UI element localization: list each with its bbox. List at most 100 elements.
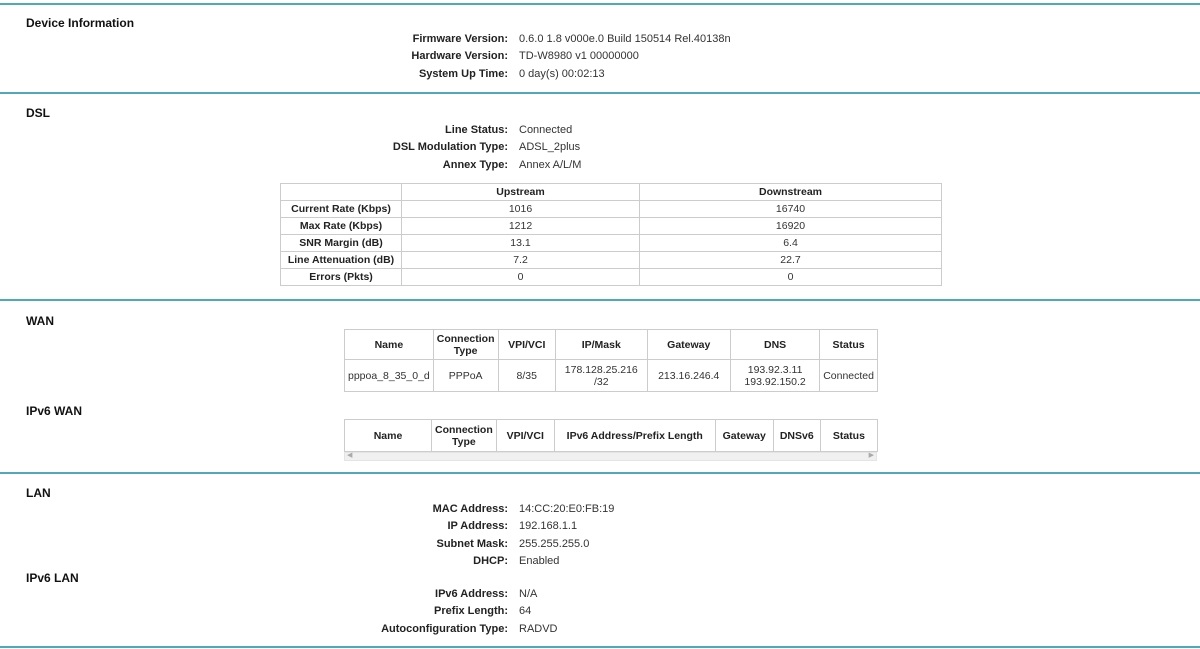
info-row: Annex Type: Annex A/L/M (0, 157, 1200, 174)
table-cell: Connected (819, 359, 878, 392)
column-header: Gateway (714, 419, 774, 452)
table-cell: 1016 (401, 200, 640, 218)
field-label: DSL Modulation Type: (392, 141, 508, 154)
info-row: DSL Modulation Type: ADSL_2plus (0, 139, 1200, 156)
field-value: Annex A/L/M (519, 158, 582, 171)
column-header: Gateway (646, 329, 731, 360)
horizontal-scrollbar[interactable]: ◀ ▶ (344, 452, 877, 461)
field-value: 255.255.255.0 (519, 537, 590, 550)
table-cell: 178.128.25.216 /32 (555, 359, 648, 392)
field-label: System Up Time: (418, 67, 508, 80)
info-row: Hardware Version: TD-W8980 v1 00000000 (0, 48, 1200, 65)
field-value: N/A (519, 588, 538, 600)
table-cell: 0 (639, 268, 942, 286)
info-row: Prefix Length: 64 (0, 603, 1200, 620)
table-row: Errors (Pkts) 0 0 (280, 268, 942, 286)
table-cell: PPPoA (432, 359, 499, 392)
field-value: Connected (519, 124, 573, 136)
table-row: SNR Margin (dB) 13.1 6.4 (280, 234, 942, 252)
table-cell: 22.7 (639, 251, 942, 269)
divider (0, 299, 1200, 301)
field-label: IPv6 Address: (435, 588, 508, 600)
section-title-dsl: DSL (26, 106, 50, 120)
section-title-lan: LAN (26, 486, 51, 500)
info-row: Subnet Mask: 255.255.255.0 (0, 536, 1200, 553)
field-label: DHCP: (473, 554, 508, 567)
field-label: Autoconfiguration Type: (381, 622, 508, 635)
field-value: 14:CC:20:E0:FB:19 (519, 503, 615, 515)
section-title-ipv6-wan: IPv6 WAN (26, 404, 83, 418)
column-header: DNSv6 (772, 419, 821, 452)
field-value: TD-W8980 v1 00000000 (519, 50, 639, 63)
field-label: Line Status: (445, 124, 508, 136)
info-row: System Up Time: 0 day(s) 00:02:13 (0, 66, 1200, 83)
divider (0, 472, 1200, 474)
divider (0, 92, 1200, 94)
field-value: ADSL_2plus (519, 141, 581, 154)
table-row: Current Rate (Kbps) 1016 16740 (280, 200, 942, 218)
column-header: VPI/VCI (497, 329, 557, 360)
table-cell: 193.92.3.11 193.92.150.2 (729, 359, 821, 392)
column-header: Status (819, 329, 878, 360)
field-value: 192.168.1.1 (519, 520, 578, 533)
column-header: IPv6 Address/Prefix Length (553, 419, 716, 452)
field-value: 0.6.0 1.8 v000e.0 Build 150514 Rel.40138… (519, 33, 731, 45)
table-cell: Max Rate (Kbps) (280, 217, 402, 235)
column-header: DNS (729, 329, 821, 360)
table-row: Max Rate (Kbps) 1212 16920 (280, 217, 942, 235)
header-downstream: Downstream (639, 183, 942, 201)
table-cell: SNR Margin (dB) (280, 234, 402, 252)
scroll-left-icon[interactable]: ◀ (347, 451, 352, 459)
table-cell: 6.4 (639, 234, 942, 252)
table-cell: 13.1 (401, 234, 640, 252)
column-header: IP/Mask (555, 329, 648, 360)
column-header: Name (344, 419, 432, 452)
column-header: VPI/VCI (495, 419, 555, 452)
info-row: MAC Address: 14:CC:20:E0:FB:19 (0, 501, 1200, 518)
table-cell: pppoa_8_35_0_d (344, 359, 434, 392)
table-cell: 0 (401, 268, 640, 286)
table-row: pppoa_8_35_0_d PPPoA 8/35 178.128.25.216 /3… (344, 359, 878, 392)
table-cell: 7.2 (401, 251, 640, 269)
scroll-right-icon[interactable]: ▶ (869, 451, 874, 459)
info-row: IPv6 Address: N/A (0, 586, 1200, 603)
field-label: Subnet Mask: (436, 537, 508, 550)
field-value: 64 (519, 605, 532, 618)
wan-table: Name Connection Type VPI/VCI IP/Mask Gateway… (344, 329, 878, 392)
info-row: Firmware Version: 0.6.0 1.8 v000e.0 Build… (0, 31, 1200, 48)
table-cell: 8/35 (497, 359, 557, 392)
table-cell: 213.16.246.4 (646, 359, 731, 392)
table-cell: Current Rate (Kbps) (280, 200, 402, 218)
table-cell: Line Attenuation (dB) (280, 251, 402, 269)
section-title-ipv6-lan: IPv6 LAN (26, 571, 79, 585)
field-value: 0 day(s) 00:02:13 (519, 67, 605, 80)
section-title-device: Device Information (26, 16, 135, 30)
dsl-stats-table: Upstream Downstream Current Rate (Kbps) 10… (280, 183, 942, 286)
table-row: Line Attenuation (dB) 7.2 22.7 (280, 251, 942, 269)
field-label: Annex Type: (442, 158, 508, 171)
info-row: IP Address: 192.168.1.1 (0, 518, 1200, 535)
field-label: Hardware Version: (411, 50, 508, 63)
field-label: Prefix Length: (434, 605, 508, 618)
section-title-wan: WAN (26, 314, 54, 328)
ipv6-wan-table: Name Connection Type VPI/VCI IPv6 Address/P… (344, 419, 879, 452)
field-value: Enabled (519, 554, 560, 567)
table-cell: 1212 (401, 217, 640, 235)
info-row: Autoconfiguration Type: RADVD (0, 621, 1200, 638)
column-header: Name (344, 329, 434, 360)
info-row: Line Status: Connected (0, 122, 1200, 139)
divider (0, 646, 1200, 648)
field-label: MAC Address: (432, 503, 508, 515)
divider (0, 3, 1200, 5)
header-empty (280, 183, 402, 201)
column-header: Connection Type (432, 329, 499, 360)
field-label: IP Address: (447, 520, 508, 533)
table-cell: 16740 (639, 200, 942, 218)
column-header: Connection Type (431, 419, 497, 452)
table-cell: 16920 (639, 217, 942, 235)
info-row: DHCP: Enabled (0, 553, 1200, 570)
field-value: RADVD (519, 622, 558, 635)
field-label: Firmware Version: (412, 33, 508, 45)
column-header: Status (819, 419, 879, 452)
table-cell: Errors (Pkts) (280, 268, 402, 286)
